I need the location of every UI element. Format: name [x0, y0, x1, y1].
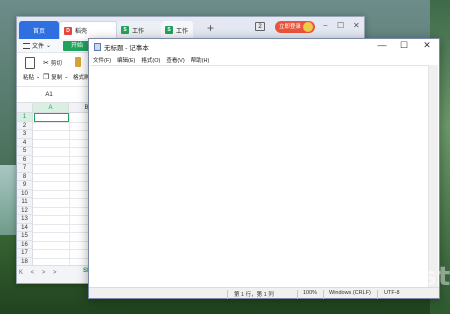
row-header[interactable]: 10: [17, 189, 33, 198]
status-position: 第 1 行，第 1 列: [234, 292, 274, 298]
row-header[interactable]: 6: [17, 155, 33, 164]
row-header[interactable]: 2: [17, 121, 33, 130]
sheet-nav-arrows[interactable]: K < > >: [19, 270, 60, 276]
row-header[interactable]: 5: [17, 147, 33, 156]
row-header[interactable]: 1: [17, 113, 33, 122]
tab-workbook-2[interactable]: S 工作: [161, 21, 193, 39]
spreadsheet-icon: S: [121, 26, 129, 34]
cut-button[interactable]: ✂ 剪切: [43, 59, 62, 67]
notepad-close-button[interactable]: ✕: [417, 40, 437, 51]
column-header-a[interactable]: A: [33, 103, 69, 113]
notepad-maximize-button[interactable]: ☐: [394, 40, 414, 51]
row-header[interactable]: 18: [17, 257, 33, 265]
spreadsheet-icon: S: [165, 26, 173, 34]
tab-docer[interactable]: D 稻壳: [59, 21, 117, 39]
tab-workbook-1-label: 工作: [132, 28, 145, 35]
menu-help[interactable]: 帮助(H): [191, 56, 210, 64]
menu-file[interactable]: 文件 ⌄: [23, 41, 51, 50]
row-header[interactable]: 13: [17, 215, 33, 224]
row-header[interactable]: 11: [17, 198, 33, 207]
brush-icon: [75, 57, 81, 67]
notepad-minimize-button[interactable]: —: [372, 40, 392, 50]
notepad-title-bar[interactable]: 无标题 - 记事本 — ☐ ✕: [89, 39, 439, 54]
status-separator: [227, 290, 228, 299]
tab-workbook-1[interactable]: S 工作: [117, 21, 161, 39]
row-header[interactable]: 12: [17, 206, 33, 215]
hamburger-icon: [23, 42, 30, 49]
tab-workbook-2-label: 工作: [176, 28, 189, 35]
row-header[interactable]: 15: [17, 232, 33, 241]
notepad-text-area[interactable]: [90, 65, 429, 289]
wps-maximize-button[interactable]: ☐: [337, 21, 344, 30]
tab-docer-label: 稻壳: [75, 29, 88, 35]
menu-edit[interactable]: 编辑(E): [117, 56, 135, 64]
select-all-corner[interactable]: [17, 103, 33, 113]
login-button[interactable]: 立即登录: [275, 21, 315, 33]
tab-home[interactable]: 首页: [19, 21, 59, 39]
menu-file[interactable]: 文件(F): [93, 56, 111, 64]
tab-start[interactable]: 开始: [63, 41, 91, 51]
copy-label: 复制: [51, 75, 63, 81]
paste-button[interactable]: [25, 57, 35, 69]
window-count-badge[interactable]: 2: [255, 22, 265, 31]
chevron-down-icon: ⌄: [46, 43, 52, 49]
row-header[interactable]: 9: [17, 181, 33, 190]
name-box[interactable]: A1: [19, 90, 79, 100]
notepad-window: 无标题 - 记事本 — ☐ ✕ 文件(F) 编辑(E) 格式(O) 查看(V) …: [88, 38, 440, 299]
copy-button[interactable]: ❐ 复制 ⌄: [43, 73, 69, 81]
row-header[interactable]: 4: [17, 138, 33, 147]
row-header[interactable]: 8: [17, 172, 33, 181]
format-painter-icon-button[interactable]: [75, 57, 81, 67]
paste-icon: [25, 57, 35, 69]
row-header[interactable]: 7: [17, 164, 33, 173]
notepad-vertical-scrollbar[interactable]: [428, 65, 438, 289]
notepad-title: 无标题 - 记事本: [104, 45, 149, 52]
paste-label: 粘贴: [23, 75, 35, 81]
avatar-icon: [303, 22, 313, 32]
row-header[interactable]: 16: [17, 240, 33, 249]
scissors-icon: ✂: [43, 60, 49, 67]
login-label: 立即登录: [279, 24, 302, 30]
site-watermark: DadiGhost.com: [290, 262, 450, 292]
docer-icon: D: [64, 26, 72, 35]
tab-home-label: 首页: [32, 28, 45, 35]
cut-label: 剪切: [50, 61, 62, 67]
copy-icon: ❐: [43, 74, 50, 81]
wps-minimize-button[interactable]: −: [323, 21, 328, 30]
row-header[interactable]: 17: [17, 249, 33, 258]
menu-file-label: 文件: [32, 44, 45, 50]
notepad-menu-bar: 文件(F) 编辑(E) 格式(O) 查看(V) 帮助(H): [89, 54, 439, 65]
row-header[interactable]: 14: [17, 223, 33, 232]
menu-view[interactable]: 查看(V): [166, 56, 184, 64]
wps-close-button[interactable]: ✕: [353, 21, 360, 30]
notepad-icon: [94, 43, 101, 51]
menu-format[interactable]: 格式(O): [141, 56, 160, 64]
new-tab-button[interactable]: +: [207, 21, 214, 35]
paste-label-button[interactable]: 粘贴 ⌄: [23, 73, 40, 81]
row-header[interactable]: 3: [17, 130, 33, 139]
wps-tab-bar: 首页 D 稻壳 S 工作 S 工作 + 2 立即登录 − ☐ ✕: [17, 17, 364, 39]
